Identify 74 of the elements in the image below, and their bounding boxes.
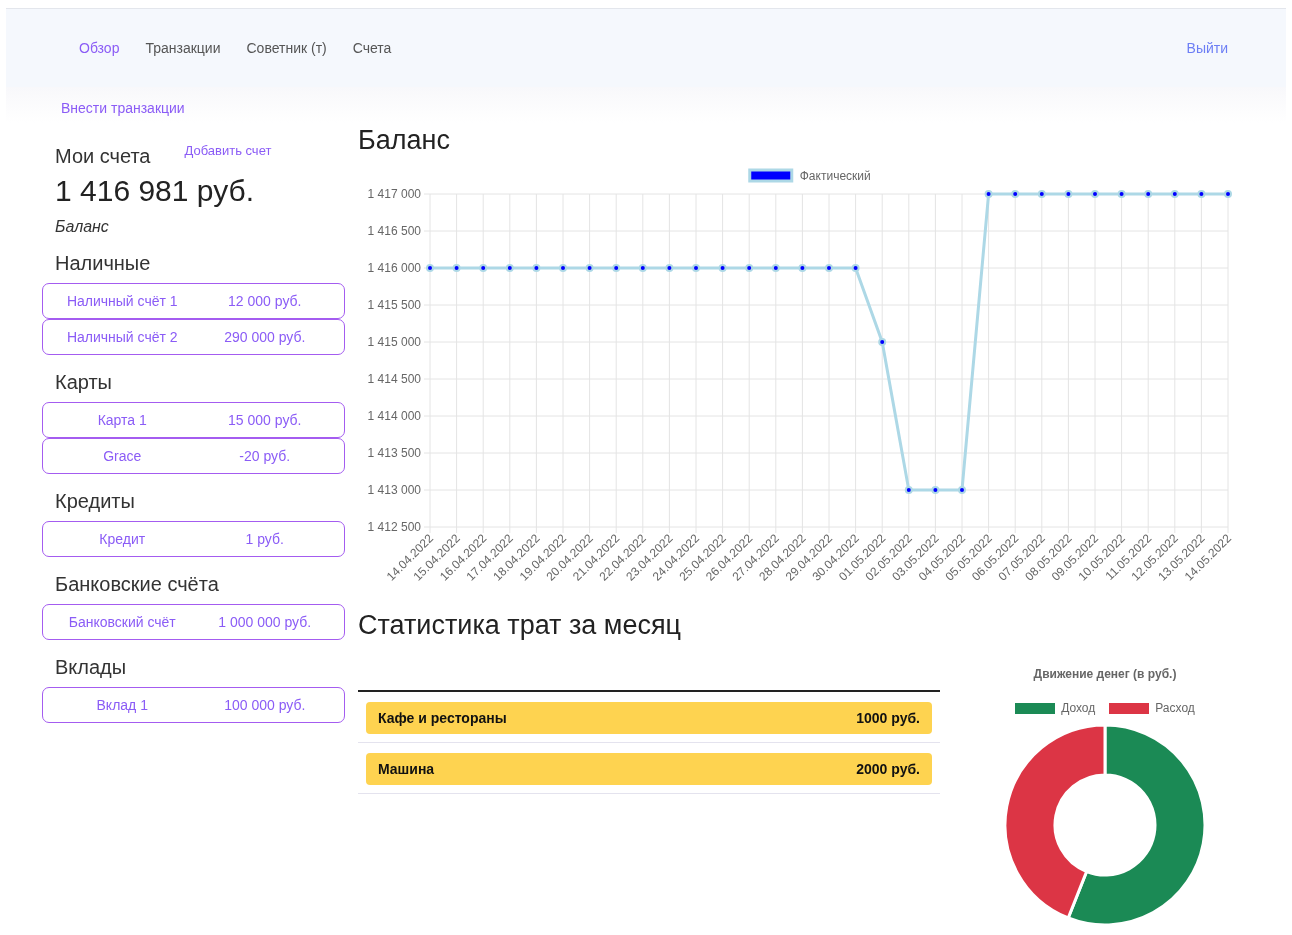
data-point <box>1117 190 1126 198</box>
account-button[interactable]: Кредит 1 руб. <box>42 521 345 557</box>
data-point <box>1011 190 1020 198</box>
y-tick-label: 1 416 000 <box>367 261 421 275</box>
group-title: Банковские счёта <box>54 572 220 597</box>
data-point <box>1170 190 1179 198</box>
legend-label: Фактический <box>799 169 871 183</box>
logout-link[interactable]: Выйти <box>1186 40 1228 56</box>
data-point <box>1224 190 1232 198</box>
data-point <box>665 264 674 272</box>
data-point <box>1144 190 1153 198</box>
data-point <box>532 264 541 272</box>
donut-title: Движение денег (в руб.) <box>1033 667 1177 681</box>
category-amount: 1000 руб. <box>856 710 920 726</box>
data-point <box>1064 190 1073 198</box>
category-amount: 2000 руб. <box>856 761 920 777</box>
account-button[interactable]: Вклад 1 100 000 руб. <box>42 687 345 723</box>
data-point <box>585 264 594 272</box>
legend-item[interactable]: Фактический <box>748 168 871 183</box>
total-balance: 1 416 981 руб. <box>54 173 255 208</box>
group-title: Карты <box>54 370 113 395</box>
accounts-title: Мои счета <box>55 145 151 168</box>
data-point <box>638 264 647 272</box>
account-button[interactable]: Карта 1 15 000 руб. <box>42 402 345 438</box>
balance-title: Баланс <box>358 124 451 156</box>
data-point <box>878 338 887 346</box>
category-name: Кафе и рестораны <box>378 710 507 726</box>
group-title: Кредиты <box>54 489 136 514</box>
data-point <box>505 264 514 272</box>
data-point <box>851 264 860 272</box>
account-button[interactable]: Банковский счёт 1 000 000 руб. <box>42 604 345 640</box>
data-point <box>904 486 913 494</box>
data-point <box>452 264 461 272</box>
spending-title: Статистика трат за месяц <box>358 609 683 641</box>
data-point <box>479 264 488 272</box>
y-tick-label: 1 415 000 <box>367 335 421 349</box>
add-transactions-link[interactable]: Внести транзакции <box>61 100 185 116</box>
data-point <box>984 190 993 198</box>
y-tick-label: 1 415 500 <box>367 298 421 312</box>
account-button[interactable]: Наличный счёт 2 290 000 руб. <box>42 319 345 355</box>
data-point <box>931 486 940 494</box>
account-button[interactable]: Наличный счёт 1 12 000 руб. <box>42 283 345 319</box>
add-account-link[interactable]: Добавить счет <box>184 143 272 158</box>
y-tick-label: 1 413 000 <box>367 483 421 497</box>
data-point <box>1197 190 1206 198</box>
data-point <box>1037 190 1046 198</box>
y-tick-label: 1 414 000 <box>367 409 421 423</box>
data-point <box>692 264 700 272</box>
account-button[interactable]: Grace -20 руб. <box>42 438 345 474</box>
data-point <box>745 264 754 272</box>
balance-caption: Баланс <box>54 217 110 236</box>
y-tick-label: 1 416 500 <box>367 224 421 238</box>
data-point <box>771 264 780 272</box>
group-title: Наличные <box>54 251 152 276</box>
nav-link[interactable]: Обзор <box>73 40 138 56</box>
nav-link[interactable]: Советник (т) <box>240 40 345 56</box>
data-point <box>426 264 434 272</box>
y-tick-label: 1 414 500 <box>367 372 421 386</box>
data-point <box>798 264 807 272</box>
nav-link[interactable]: Транзакции <box>139 40 239 56</box>
group-title: Вклады <box>54 655 128 680</box>
data-point <box>612 264 621 272</box>
data-point <box>718 264 727 272</box>
category-name: Машина <box>378 761 435 777</box>
data-point <box>559 264 567 272</box>
data-point <box>958 486 966 494</box>
legend-label[interactable]: Расход <box>1155 701 1195 715</box>
data-point <box>825 264 833 272</box>
y-tick-label: 1 413 500 <box>367 446 421 460</box>
data-point <box>1091 190 1099 198</box>
y-tick-label: 1 417 000 <box>367 187 421 201</box>
nav-link[interactable]: Счета <box>346 40 410 56</box>
y-tick-label: 1 412 500 <box>367 520 421 534</box>
legend-label[interactable]: Доход <box>1061 701 1096 715</box>
